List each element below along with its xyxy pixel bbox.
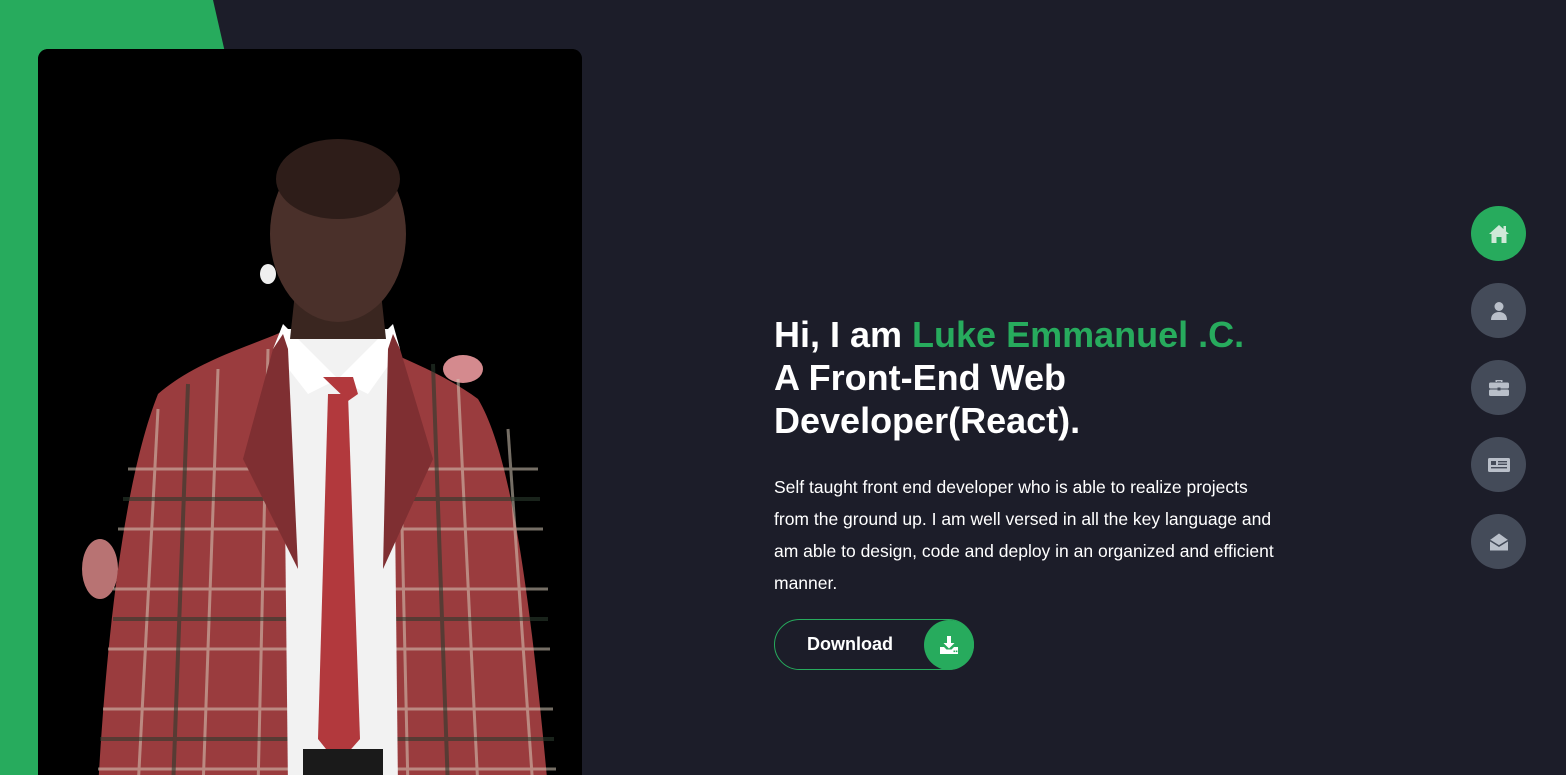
download-button-label: Download [807, 634, 893, 654]
briefcase-icon [1488, 379, 1509, 396]
hero-name: Luke Emmanuel .C. [912, 314, 1245, 355]
hero-section: Hi, I am Luke Emmanuel .C. A Front-End We… [774, 313, 1294, 599]
nav-blog-button[interactable] [1471, 437, 1526, 492]
envelope-open-icon [1489, 533, 1508, 550]
nav-home-button[interactable] [1471, 206, 1526, 261]
hero-description: Self taught front end developer who is a… [774, 477, 1274, 593]
portrait-illustration [38, 49, 582, 775]
hero-role-line-2: Developer(React). [774, 400, 1081, 441]
profile-photo [38, 49, 582, 775]
download-icon [924, 619, 974, 670]
newspaper-icon [1487, 457, 1510, 472]
home-icon [1488, 224, 1509, 243]
nav-about-button[interactable] [1471, 283, 1526, 338]
side-navigation [1471, 206, 1526, 591]
page: Hi, I am Luke Emmanuel .C. A Front-End We… [0, 0, 1566, 775]
download-button[interactable]: Download [774, 619, 974, 670]
user-icon [1490, 301, 1507, 320]
nav-contact-button[interactable] [1471, 514, 1526, 569]
hero-title: Hi, I am Luke Emmanuel .C. A Front-End We… [774, 313, 1294, 442]
nav-portfolio-button[interactable] [1471, 360, 1526, 415]
hero-role-line-1: A Front-End Web [774, 357, 1066, 398]
hero-greeting: Hi, I am [774, 314, 913, 355]
